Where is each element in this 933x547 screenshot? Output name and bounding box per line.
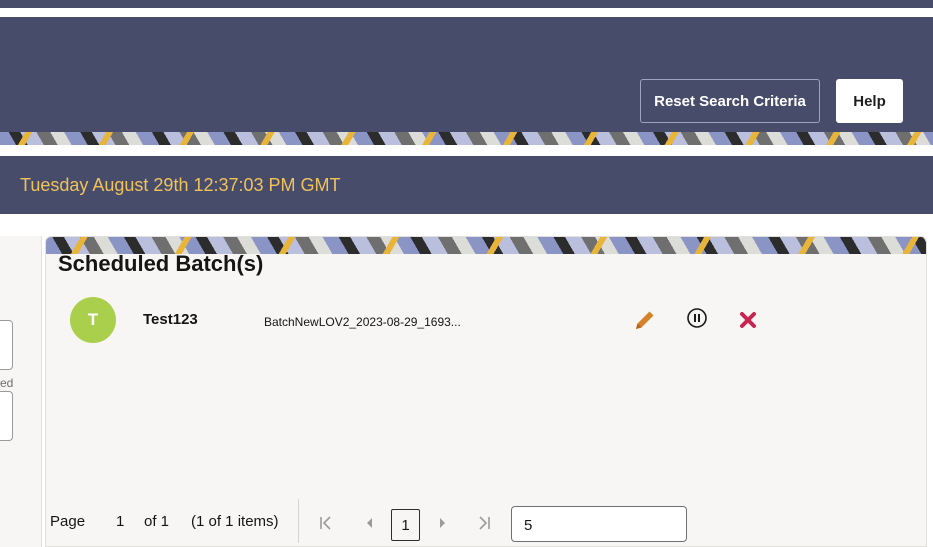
edit-icon[interactable] bbox=[632, 307, 658, 333]
top-strip bbox=[0, 0, 933, 8]
pager-divider bbox=[298, 499, 299, 543]
left-search-panel: ed bbox=[0, 236, 42, 547]
batch-name: Test123 bbox=[143, 311, 198, 328]
left-panel-field-2[interactable] bbox=[0, 391, 13, 441]
page-of-label: of 1 bbox=[144, 513, 170, 530]
pause-icon[interactable] bbox=[684, 305, 710, 331]
next-page-icon[interactable] bbox=[432, 513, 452, 533]
left-panel-label: ed bbox=[0, 376, 14, 390]
last-page-icon[interactable] bbox=[474, 513, 494, 533]
reset-search-criteria-button[interactable]: Reset Search Criteria bbox=[640, 79, 820, 123]
header-pattern-band bbox=[0, 132, 933, 145]
chevron-right-icon bbox=[440, 518, 445, 528]
avatar: T bbox=[70, 297, 116, 343]
batch-description: BatchNewLOV2_2023-08-29_1693... bbox=[264, 315, 461, 329]
chevron-left-icon bbox=[367, 518, 372, 528]
pause-circle-icon bbox=[687, 308, 707, 328]
current-date-text: Tuesday August 29th 12:37:03 PM GMT bbox=[20, 175, 341, 195]
last-page-glyph bbox=[479, 516, 490, 530]
help-button[interactable]: Help bbox=[836, 79, 903, 123]
scheduled-batch-card: Scheduled Batch(s) T Test123 BatchNewLOV… bbox=[45, 236, 927, 547]
page-size-input[interactable]: 5 bbox=[511, 506, 687, 542]
delete-icon[interactable] bbox=[735, 307, 761, 333]
previous-page-icon[interactable] bbox=[360, 513, 380, 533]
close-icon bbox=[740, 312, 756, 328]
card-title: Scheduled Batch(s) bbox=[58, 251, 264, 276]
date-bar: Tuesday August 29th 12:37:03 PM GMT bbox=[0, 156, 933, 214]
first-page-glyph bbox=[320, 516, 331, 530]
items-count-label: (1 of 1 items) bbox=[191, 513, 279, 530]
left-panel-field-1[interactable] bbox=[0, 320, 13, 370]
pencil-icon bbox=[636, 311, 654, 329]
pagination-bar: Page 1 of 1 (1 of 1 items) 1 5 bbox=[46, 499, 926, 546]
page-label: Page bbox=[50, 513, 86, 530]
first-page-icon[interactable] bbox=[316, 513, 336, 533]
page-number-value[interactable]: 1 bbox=[116, 513, 124, 530]
current-page-button[interactable]: 1 bbox=[391, 509, 420, 541]
list-item[interactable]: T Test123 BatchNewLOV2_2023-08-29_1693..… bbox=[46, 291, 926, 347]
page-header: Reset Search Criteria Help bbox=[0, 17, 933, 132]
